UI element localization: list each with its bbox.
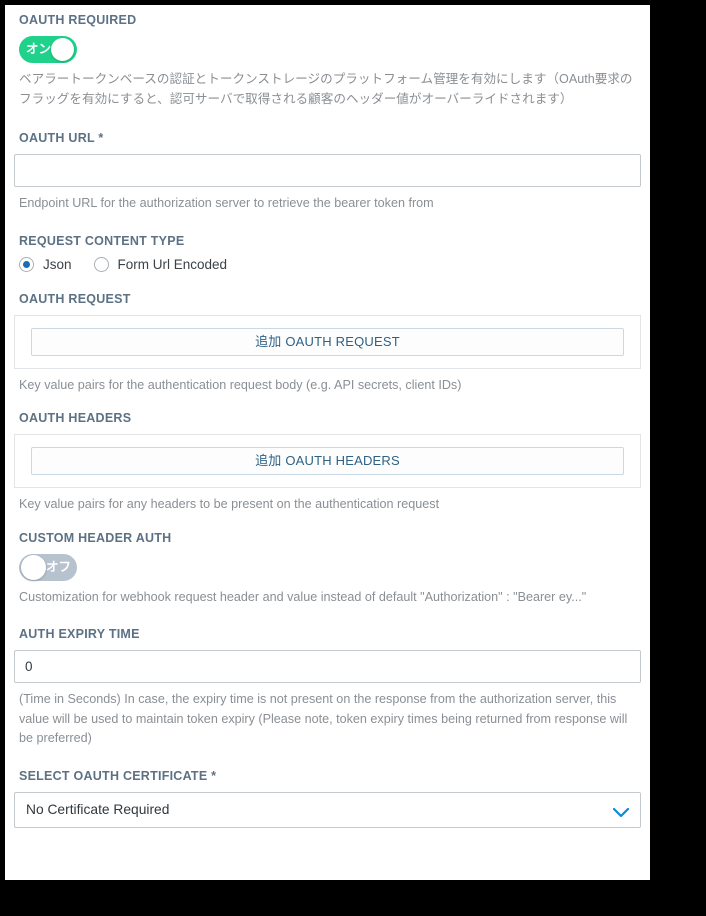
oauth-url-input[interactable] [14,154,641,188]
oauth-settings-panel: OAUTH REQUIRED オン ベアラートークンベースの認証とトークンストレ… [5,5,650,880]
oauth-required-help: ベアラートークンベースの認証とトークンストレージのプラットフォーム管理を有効にし… [19,72,633,106]
custom-header-auth-help: Customization for webhook request header… [19,589,587,604]
custom-header-auth-toggle[interactable]: オフ [19,553,77,581]
oauth-required-toggle-state: オン [26,42,52,56]
select-oauth-certificate-value: No Certificate Required [26,802,170,818]
select-oauth-certificate[interactable]: No Certificate Required [14,791,641,828]
auth-expiry-time-input[interactable] [14,650,641,684]
field-request-content-type: REQUEST CONTENT TYPE Json Form Url Encod… [14,234,641,272]
radio-option-json[interactable]: Json [19,256,72,272]
field-oauth-headers: OAUTH HEADERS 追加 OAUTH HEADERS Key value… [14,411,641,515]
toggle-knob [21,554,46,580]
field-select-oauth-certificate: SELECT OAUTH CERTIFICATE * No Certificat… [14,769,641,828]
radio-mark-icon [93,256,109,272]
oauth-headers-help: Key value pairs for any headers to be pr… [19,497,440,512]
oauth-required-toggle[interactable]: オン [19,36,77,63]
oauth-url-help: Endpoint URL for the authorization serve… [19,196,434,211]
oauth-required-label: OAUTH REQUIRED [19,13,137,27]
oauth-headers-label: OAUTH HEADERS [19,411,132,426]
auth-expiry-time-label: AUTH EXPIRY TIME [19,627,140,642]
toggle-knob [51,38,74,61]
oauth-request-help: Key value pairs for the authentication r… [19,377,462,392]
select-oauth-certificate-label: SELECT OAUTH CERTIFICATE * [19,768,217,783]
radio-mark-icon [19,256,34,272]
add-oauth-headers-button[interactable]: 追加 OAUTH HEADERS [31,447,624,476]
radio-label-form-url-encoded: Form Url Encoded [117,256,228,272]
field-oauth-url: OAUTH URL * Endpoint URL for the authori… [14,131,641,214]
auth-expiry-time-help: (Time in Seconds) In case, the expiry ti… [19,692,628,746]
field-oauth-request: OAUTH REQUEST 追加 OAUTH REQUEST Key value… [14,292,641,396]
request-content-type-label: REQUEST CONTENT TYPE [19,233,185,248]
oauth-headers-box: 追加 OAUTH HEADERS [14,434,641,489]
oauth-url-label: OAUTH URL * [19,131,104,146]
custom-header-auth-label: CUSTOM HEADER AUTH [19,530,172,545]
oauth-request-box: 追加 OAUTH REQUEST [14,314,641,369]
oauth-request-label: OAUTH REQUEST [19,291,131,306]
radio-option-form-url-encoded[interactable]: Form Url Encoded [93,256,228,272]
radio-label-json: Json [43,256,72,272]
custom-header-auth-toggle-state: オフ [45,559,71,574]
request-content-type-radio-group: Json Form Url Encoded [19,256,641,272]
screen-root: OAUTH REQUIRED オン ベアラートークンベースの認証とトークンストレ… [0,0,706,916]
field-custom-header-auth: CUSTOM HEADER AUTH オフ Customization for … [14,531,641,608]
field-oauth-required: OAUTH REQUIRED オン ベアラートークンベースの認証とトークンストレ… [14,13,641,109]
field-auth-expiry-time: AUTH EXPIRY TIME (Time in Seconds) In ca… [14,627,641,749]
select-oauth-certificate-wrap: No Certificate Required [14,791,641,828]
add-oauth-request-button[interactable]: 追加 OAUTH REQUEST [31,327,624,356]
